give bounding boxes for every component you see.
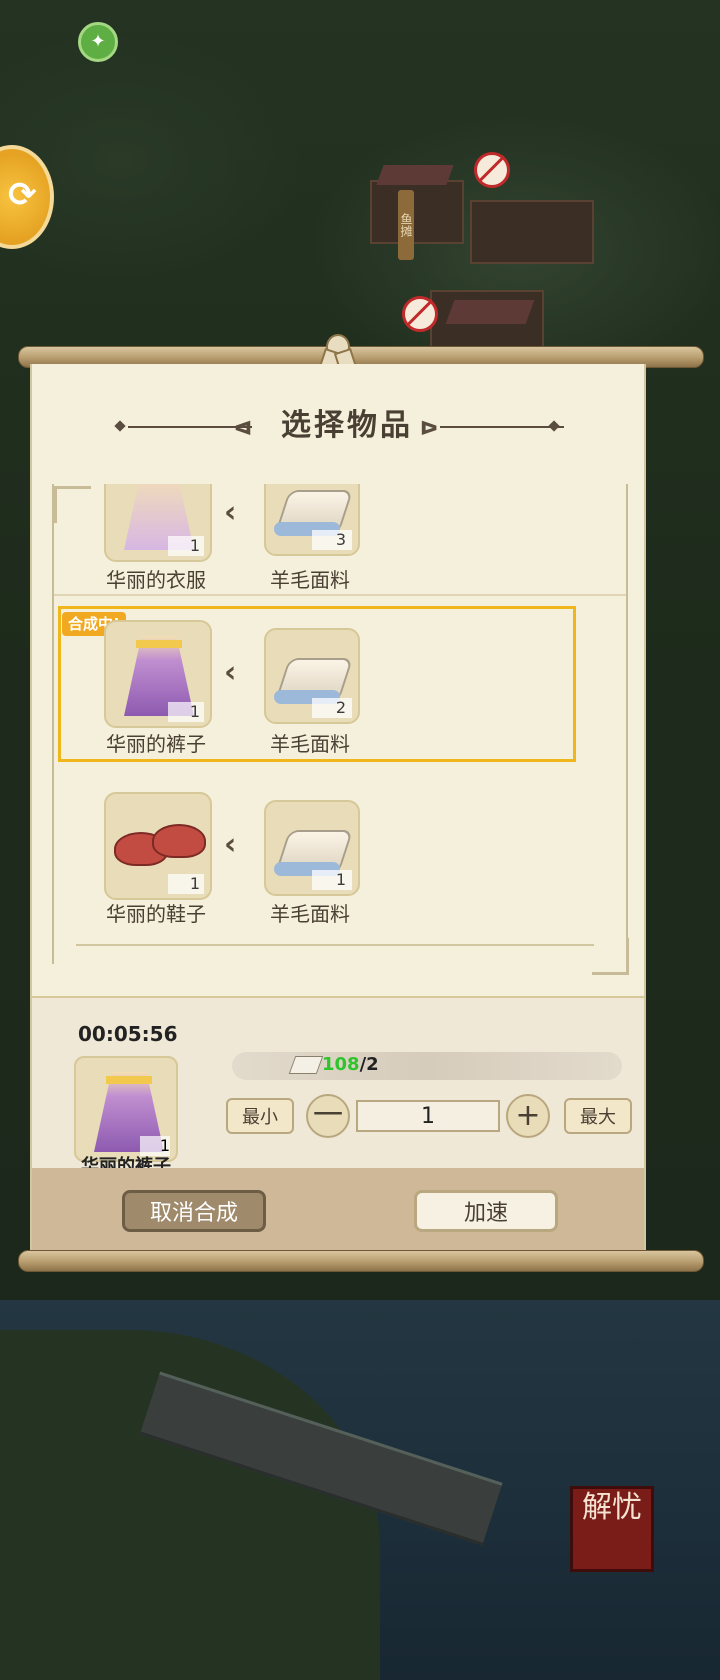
pants-belt [106, 1076, 152, 1084]
side-menu-button[interactable]: ⟳ [0, 145, 54, 249]
title-ornament [114, 420, 126, 432]
house-roof [376, 165, 454, 185]
arrow-left-icon: ‹ [224, 655, 237, 690]
select-item-panel: ᐊ 选择物品 ᐅ 1 ‹ 3 华丽的衣服 羊毛面料 合成中! 1 ‹ 2 华丽的… [30, 364, 646, 1254]
title-ornament [548, 420, 560, 432]
item-card[interactable]: 1 [104, 792, 212, 900]
recipe-row[interactable]: 1 ‹ 3 华丽的衣服 羊毛面料 [54, 484, 626, 594]
quantity-field[interactable]: 1 [356, 1100, 500, 1132]
material-card[interactable]: 2 [264, 628, 360, 724]
list-divider [76, 944, 594, 946]
shoes-icon [152, 824, 206, 858]
material-count: 1 [312, 870, 352, 890]
item-name: 华丽的裤子 [106, 732, 206, 756]
material-name: 羊毛面料 [270, 902, 350, 926]
no-entry-icon [402, 296, 438, 332]
item-card[interactable]: 1 [104, 620, 212, 728]
game-logo[interactable]: 解忧 [570, 1486, 654, 1572]
swirl-icon: ᐊ [234, 416, 253, 440]
item-count: 1 [168, 536, 204, 556]
arrow-left-icon: ‹ [224, 827, 237, 862]
min-button[interactable]: 最小 [226, 1098, 294, 1134]
item-count: 1 [168, 702, 204, 722]
current-item-card: 1 [74, 1056, 178, 1162]
material-card[interactable]: 1 [264, 800, 360, 896]
house-roof [445, 300, 535, 324]
house [370, 180, 464, 244]
craft-timer: 00:05:56 [78, 1022, 178, 1046]
panel-header: ᐊ 选择物品 ᐅ [32, 404, 644, 448]
recipe-row[interactable]: 1 ‹ 1 华丽的鞋子 羊毛面料 [54, 780, 626, 950]
stock-need: /2 [359, 1054, 379, 1075]
swirl-icon: ᐅ [420, 416, 439, 440]
speed-up-button[interactable]: 加速 [414, 1190, 558, 1232]
material-name: 羊毛面料 [270, 568, 350, 592]
minus-button[interactable]: 一 [306, 1094, 350, 1138]
material-stock: 108/2 [322, 1054, 379, 1075]
menu-icon: ⟳ [8, 175, 37, 215]
material-card[interactable]: 3 [264, 484, 360, 556]
material-name: 羊毛面料 [270, 732, 350, 756]
item-name: 华丽的鞋子 [106, 902, 206, 926]
stock-have: 108 [322, 1054, 360, 1075]
material-count: 2 [312, 698, 352, 718]
row-divider [54, 594, 626, 596]
title-rule [440, 426, 564, 428]
arrow-left-icon: ‹ [224, 495, 237, 530]
item-card[interactable]: 1 [104, 484, 212, 562]
pants-belt [136, 640, 182, 648]
material-count: 3 [312, 530, 352, 550]
crafting-status-area: 00:05:56 1 华丽的裤子 108/2 最小 一 1 + 最大 [32, 996, 644, 1178]
cancel-crafting-button[interactable]: 取消合成 [122, 1190, 266, 1232]
recipe-list[interactable]: 1 ‹ 3 华丽的衣服 羊毛面料 合成中! 1 ‹ 2 华丽的裤子 羊毛面料 1… [52, 484, 628, 964]
plus-button[interactable]: + [506, 1094, 550, 1138]
map-pin-icon[interactable]: ✦ [78, 22, 118, 62]
house [470, 200, 594, 264]
item-name: 华丽的衣服 [106, 568, 206, 592]
panel-title: 选择物品 [281, 408, 413, 443]
item-count: 1 [168, 874, 204, 894]
scroll-rod-bottom [18, 1250, 704, 1272]
no-entry-icon [474, 152, 510, 188]
recipe-row-selected[interactable]: 合成中! 1 ‹ 2 华丽的裤子 羊毛面料 [54, 606, 626, 776]
max-button[interactable]: 最大 [564, 1098, 632, 1134]
fish-stall-sign[interactable]: 鱼摊 [398, 190, 414, 260]
